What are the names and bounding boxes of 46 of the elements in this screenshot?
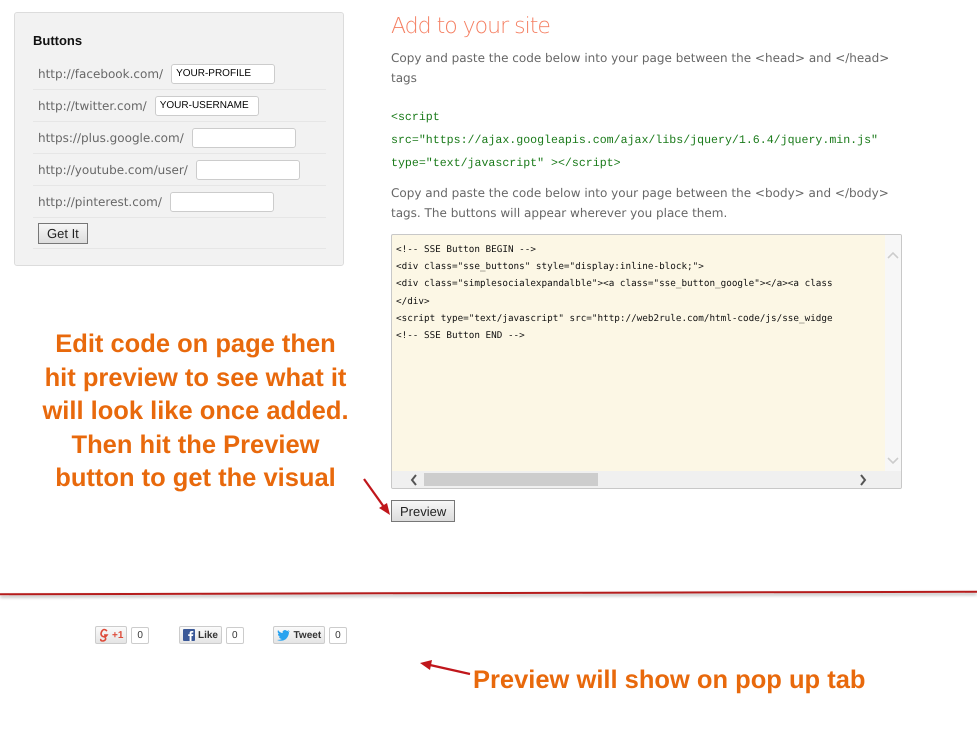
input-field[interactable]: YOUR-PROFILE (171, 64, 276, 84)
horizontal-scrollbar[interactable] (392, 471, 901, 488)
scroll-right-icon (859, 474, 867, 486)
scroll-thumb[interactable] (424, 473, 598, 486)
scroll-left-icon (410, 474, 418, 486)
vertical-scrollbar[interactable] (885, 235, 901, 471)
bird-icon (276, 629, 291, 641)
code-line: <div class="simplesocialexpandalble"><a class="sse_button_google"></a><a class (396, 277, 833, 292)
code-line: src="https://ajax.googleapis.com/ajax/libs/jquery/1.6.4/jquery.min.js" (391, 133, 878, 149)
input-field[interactable] (196, 160, 300, 180)
code-line: <div class="sse_buttons" style="display:inline-block;"> (396, 260, 704, 274)
input-field[interactable] (170, 192, 274, 212)
annotation-text: Edit code on page then hit preview to see what it will look like once added. Then hit the Preview button to get the visual (41, 329, 350, 494)
annotation-arrow (418, 658, 472, 678)
code-line: <!-- SSE Button END --> (396, 329, 525, 344)
input-field[interactable] (192, 128, 296, 148)
instructions-text: Copy and paste the code below into your page between the <head> and </head> tags (391, 50, 890, 87)
instructions-text: Copy and paste the code below into your page between the <body> and </body> tags. The buttons will appear wherever you place them. (391, 185, 890, 222)
google-icon (99, 628, 109, 642)
tweet-button[interactable]: Tweet (272, 626, 326, 644)
get-it-button[interactable]: Get It (38, 222, 88, 244)
share-count: 0 (329, 626, 347, 644)
annotation-arrow (362, 477, 392, 517)
share-count: 0 (131, 626, 149, 644)
code-textarea[interactable] (391, 234, 902, 489)
url-label: http://pinterest.com/ (38, 194, 162, 208)
url-label: http://youtube.com/user/ (38, 162, 188, 176)
like-button[interactable]: Like (178, 626, 222, 644)
code-line: type="text/javascript" ></script> (391, 156, 621, 172)
scroll-up-icon (887, 251, 899, 259)
code-line: <script type="text/javascript" src="http://web2rule.com/html-code/js/sse_widge (396, 312, 833, 326)
share-count: 0 (226, 626, 244, 644)
scroll-down-icon (887, 457, 899, 465)
code-line: <!-- SSE Button BEGIN --> (396, 243, 536, 257)
facebook-icon (182, 629, 195, 641)
preview-button[interactable]: Preview (391, 500, 456, 522)
code-line: <script (391, 110, 440, 126)
url-label: https://plus.google.com/ (38, 130, 184, 144)
input-field[interactable]: YOUR-USERNAME (154, 96, 259, 116)
code-line: </div> (396, 294, 430, 309)
url-label: http://twitter.com/ (38, 98, 147, 112)
panel-title: Buttons (33, 33, 84, 48)
plus-one-button[interactable]: +1 (95, 626, 128, 644)
url-label: http://facebook.com/ (38, 66, 164, 80)
section-title: Add to your site (391, 14, 551, 41)
annotation-text: Preview will show on pop up tab (473, 665, 866, 696)
